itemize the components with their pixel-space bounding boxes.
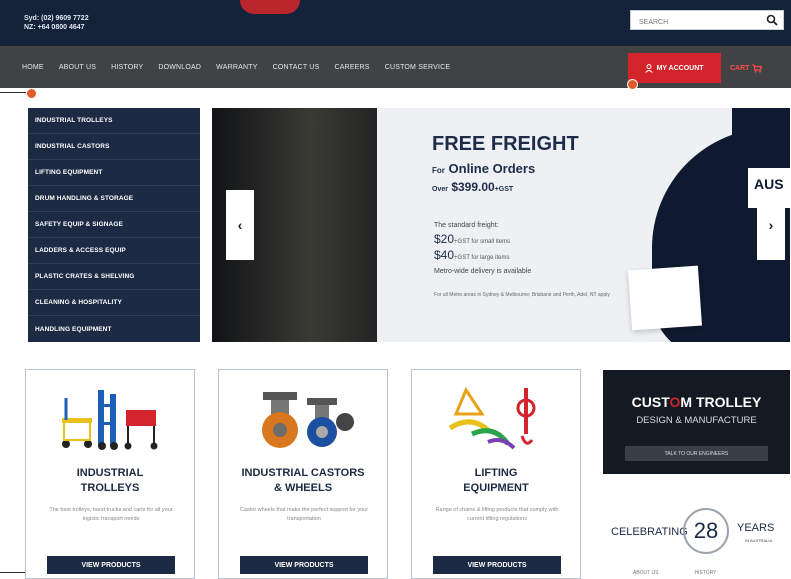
years-sub: IN AUSTRALIA (745, 538, 773, 543)
cart-icon (752, 63, 763, 73)
user-icon (645, 63, 654, 73)
logo-fragment[interactable] (240, 0, 300, 14)
sidebar-item-industrial-trolleys[interactable]: INDUSTRIAL TROLLEYS (28, 108, 200, 134)
banner-line-online: For Online Orders (432, 161, 536, 176)
banner-metro-note: Metro-wide delivery is available (434, 268, 532, 275)
view-products-button[interactable]: VIEW PRODUCTS (240, 556, 368, 574)
banner-line-over: Over $399.00+GST (432, 180, 514, 194)
card-description: Range of chains & lifting products that … (435, 507, 559, 522)
years-label: YEARS (737, 522, 775, 534)
nav-home[interactable]: HOME (22, 64, 44, 71)
chevron-right-icon: › (768, 217, 774, 233)
sidebar-item-ladders[interactable]: LADDERS & ACCESS EQUIP (28, 238, 200, 264)
footer-link-history[interactable]: HISTORY (694, 570, 716, 576)
view-products-button[interactable]: VIEW PRODUCTS (47, 556, 175, 574)
view-products-button[interactable]: VIEW PRODUCTS (433, 556, 561, 574)
search-input[interactable] (637, 14, 761, 30)
sidebar-item-lifting-equipment[interactable]: LIFTING EQUIPMENT (28, 160, 200, 186)
hero-banner[interactable]: AUS FREE FREIGHT For Online Orders Over … (212, 108, 790, 342)
sidebar-item-plastic-crates[interactable]: PLASTIC CRATES & SHELVING (28, 264, 200, 290)
category-sidebar: INDUSTRIAL TROLLEYS INDUSTRIAL CASTORS L… (28, 108, 200, 342)
contact-phones: Syd: (02) 9609 7722 NZ: +64 0800 4647 (24, 14, 89, 32)
banner-australia-shape-top (732, 108, 790, 168)
category-card-castors[interactable]: INDUSTRIAL CASTORS & WHEELS Castor wheels… (218, 369, 388, 579)
card-description: Castor wheels that make the perfect supp… (239, 507, 369, 522)
chevron-left-icon: ‹ (237, 217, 243, 233)
castors-image (262, 392, 354, 448)
search-box[interactable] (630, 10, 784, 30)
nav-careers[interactable]: CAREERS (334, 64, 369, 71)
search-icon[interactable] (766, 14, 778, 26)
sidebar-item-industrial-castors[interactable]: INDUSTRIAL CASTORS (28, 134, 200, 160)
phone-nz: NZ: +64 0800 4647 (24, 24, 85, 31)
sidebar-item-cleaning[interactable]: CLEANING & HOSPITALITY (28, 290, 200, 316)
nav-custom-service[interactable]: CUSTOM SERVICE (385, 64, 451, 71)
lifting-equipment-image (448, 386, 536, 450)
top-header-bar: Syd: (02) 9609 7722 NZ: +64 0800 4647 (0, 0, 791, 46)
custom-trolley-title: CUSTOM TROLLEY (631, 394, 762, 410)
cart-label: CART (730, 64, 750, 72)
category-card-lifting[interactable]: LIFTING EQUIPMENT Range of chains & lifti… (411, 369, 581, 579)
card-title: INDUSTRIAL CASTORS & WHEELS (241, 467, 365, 494)
banner-title: FREE FREIGHT (432, 133, 579, 155)
footer-link-about[interactable]: ABOUT US (633, 570, 658, 576)
custom-trolley-subtitle: DESIGN & MANUFACTURE (636, 415, 757, 426)
annotation-marker (26, 88, 37, 99)
banner-price-large: $40+GST for large items (434, 248, 510, 262)
my-account-button[interactable]: MY ACCOUNT (628, 53, 721, 83)
banner-fine-print: For all Metro areas in Sydney & Melbourn… (434, 292, 610, 298)
nav-links: HOME ABOUT US HISTORY DOWNLOAD WARRANTY … (22, 46, 465, 88)
trolleys-image (62, 390, 158, 450)
nav-about-us[interactable]: ABOUT US (59, 64, 96, 71)
card-title: INDUSTRIAL TROLLEYS (76, 467, 144, 494)
nav-download[interactable]: DOWNLOAD (158, 64, 201, 71)
nav-history[interactable]: HISTORY (111, 64, 143, 71)
banner-shipping-box (627, 265, 703, 331)
banner-prev-arrow[interactable]: ‹ (226, 190, 254, 260)
celebrating-years-badge: CELEBRATING 28 YEARS IN AUSTRALIA (603, 500, 790, 560)
card-description: The best trolleys, hand trucks and carts… (49, 507, 173, 522)
talk-to-engineers-button[interactable]: TALK TO OUR ENGINEERS (625, 446, 768, 461)
my-account-label: MY ACCOUNT (656, 64, 704, 72)
sidebar-item-drum-handling[interactable]: DRUM HANDLING & STORAGE (28, 186, 200, 212)
banner-standard-freight: The standard freight: (434, 222, 499, 229)
category-card-trolleys[interactable]: INDUSTRIAL TROLLEYS The best trolleys, ha… (25, 369, 195, 579)
footer-links: ABOUT US HISTORY (633, 570, 717, 576)
annotation-marker (627, 79, 638, 90)
celebrating-label: CELEBRATING (611, 526, 688, 538)
phone-sydney: Syd: (02) 9609 7722 (24, 15, 89, 22)
banner-price-small: $20+GST for small items (434, 232, 511, 246)
card-title: LIFTING EQUIPMENT (463, 467, 529, 494)
banner-next-arrow[interactable]: › (757, 190, 785, 260)
custom-trolley-promo[interactable]: CUSTOM TROLLEY DESIGN & MANUFACTURE TALK… (603, 370, 790, 474)
cart-link[interactable]: CART (730, 53, 763, 83)
sidebar-item-handling-equipment[interactable]: HANDLING EQUIPMENT (28, 316, 200, 342)
nav-contact-us[interactable]: CONTACT US (273, 64, 320, 71)
years-number: 28 (683, 508, 729, 554)
sidebar-item-safety-equip[interactable]: SAFETY EQUIP & SIGNAGE (28, 212, 200, 238)
nav-warranty[interactable]: WARRANTY (216, 64, 257, 71)
